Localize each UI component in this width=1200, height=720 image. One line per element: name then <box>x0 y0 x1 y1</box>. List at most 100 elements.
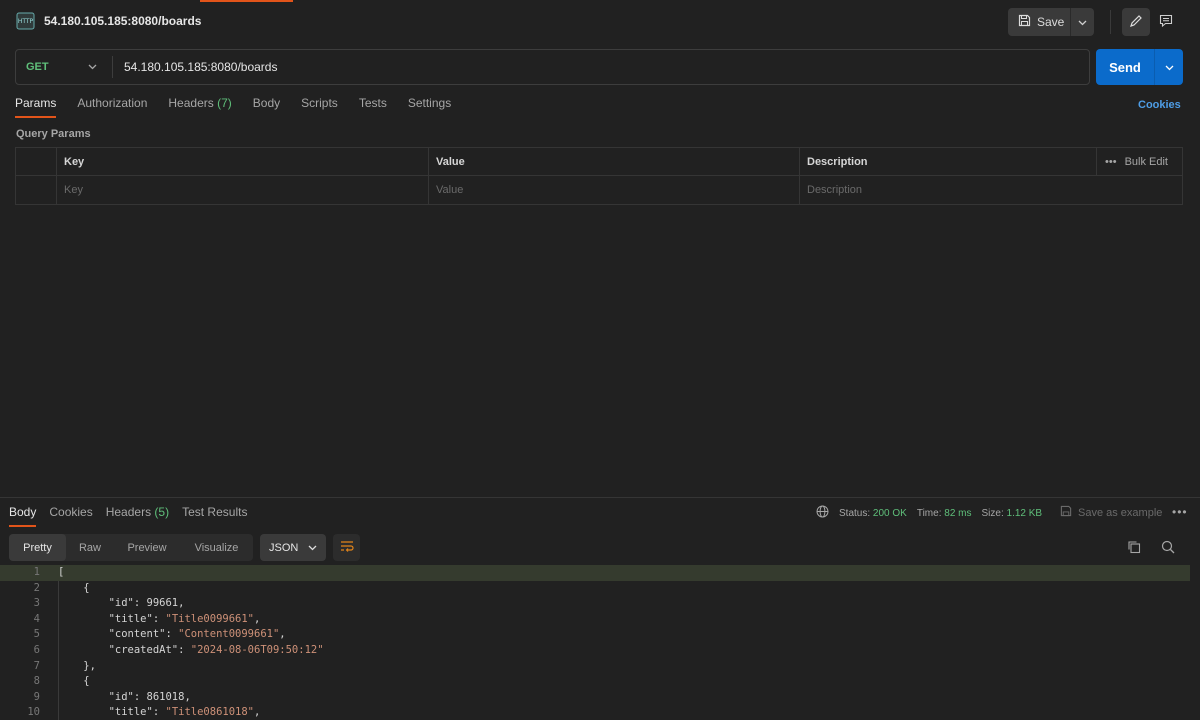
response-meta: Status: 200 OK Time: 82 ms Size: 1.12 KB <box>816 505 1042 521</box>
comments-button[interactable] <box>1152 8 1180 36</box>
send-button[interactable]: Send <box>1096 49 1154 85</box>
save-options-caret[interactable] <box>1070 8 1094 36</box>
tab-tests[interactable]: Tests <box>359 96 387 118</box>
line-number: 1 <box>33 566 40 578</box>
time-value: 82 ms <box>944 507 972 519</box>
http-icon: HTTP <box>16 12 35 30</box>
save-icon <box>1060 505 1072 520</box>
tab-params[interactable]: Params <box>15 96 57 118</box>
line-number: 4 <box>33 612 40 625</box>
copy-button[interactable] <box>1124 538 1144 558</box>
table-row: Key Value Description <box>16 176 1182 204</box>
line-number: 10 <box>27 706 40 719</box>
status-readout[interactable]: Status: 200 OK <box>839 508 907 519</box>
format-label: JSON <box>269 541 299 554</box>
method-select[interactable]: GET <box>16 50 112 84</box>
chevron-down-icon <box>1078 15 1087 29</box>
copy-icon <box>1127 540 1141 557</box>
more-icon: ••• <box>1105 156 1117 168</box>
line-number: 8 <box>33 675 40 688</box>
request-title[interactable]: 54.180.105.185:8080/boards <box>44 14 201 28</box>
save-label: Save <box>1037 15 1065 29</box>
code-line: 1[ <box>0 565 1190 581</box>
wrap-lines-button[interactable] <box>333 534 360 561</box>
save-button-group: Save <box>1008 8 1094 36</box>
bulk-edit-button[interactable]: ••• Bulk Edit <box>1096 148 1182 176</box>
bulk-edit-label: Bulk Edit <box>1124 156 1168 168</box>
line-number: 7 <box>33 659 40 672</box>
tab-test-results[interactable]: Test Results <box>182 505 247 527</box>
comment-icon <box>1159 14 1173 31</box>
code-text: { <box>58 581 90 594</box>
size-value: 1.12 KB <box>1006 507 1043 519</box>
pane-resizer[interactable] <box>0 497 1200 498</box>
description-input[interactable]: Description <box>799 176 1182 204</box>
view-raw[interactable]: Raw <box>66 534 114 561</box>
chevron-down-icon <box>88 61 97 73</box>
send-options-caret[interactable] <box>1154 49 1183 85</box>
line-number: 2 <box>33 581 40 594</box>
search-button[interactable] <box>1158 538 1178 558</box>
code-line: 3 "id": 99661, <box>0 596 1190 612</box>
view-pretty[interactable]: Pretty <box>9 534 66 561</box>
key-column-header: Key <box>56 148 428 176</box>
code-line: 10 "title": "Title0861018", <box>0 705 1190 720</box>
code-line: 9 "id": 861018, <box>0 690 1190 706</box>
tab-settings[interactable]: Settings <box>408 96 451 118</box>
size-readout[interactable]: Size: 1.12 KB <box>982 508 1043 519</box>
tab-headers[interactable]: Headers (7) <box>168 96 231 118</box>
edit-button[interactable] <box>1122 8 1150 36</box>
code-text: "id": 861018, <box>108 690 191 703</box>
code-text: "title": "Title0099661", <box>108 612 261 625</box>
code-line: 4 "title": "Title0099661", <box>0 612 1190 628</box>
globe-icon[interactable] <box>816 505 829 521</box>
tab-response-headers[interactable]: Headers (5) <box>106 505 169 527</box>
row-checkbox-cell <box>16 176 56 204</box>
view-preview[interactable]: Preview <box>114 534 180 561</box>
more-options-icon[interactable]: ••• <box>1172 505 1188 519</box>
code-text: "createdAt": "2024-08-06T09:50:12" <box>108 644 324 656</box>
table-header-row: Key Value Description ••• Bulk Edit <box>16 148 1182 176</box>
search-icon <box>1161 540 1175 557</box>
tab-body[interactable]: Body <box>253 96 280 118</box>
code-text: [ <box>58 566 65 578</box>
tab-response-body[interactable]: Body <box>9 505 37 527</box>
header-divider <box>1110 10 1111 34</box>
line-number: 6 <box>33 644 40 656</box>
status-value: 200 OK <box>872 507 907 519</box>
url-input[interactable] <box>124 50 1084 84</box>
save-icon <box>1018 14 1031 30</box>
save-as-example-button[interactable]: Save as example <box>1060 505 1162 520</box>
url-divider <box>112 56 113 78</box>
send-button-group: Send <box>1096 49 1183 85</box>
code-line: 8 { <box>0 674 1190 690</box>
checkbox-column-header <box>16 148 56 176</box>
response-headers-count: (5) <box>154 505 170 519</box>
time-readout[interactable]: Time: 82 ms <box>917 508 972 519</box>
code-line: 2 { <box>0 581 1190 597</box>
line-number: 5 <box>33 628 40 641</box>
code-text: "id": 99661, <box>108 597 185 610</box>
key-input[interactable]: Key <box>56 176 428 204</box>
code-text: }, <box>58 659 96 672</box>
response-body-editor[interactable]: 1[2 {3 "id": 99661, 4 "title": "Title0099… <box>0 565 1200 720</box>
save-button[interactable]: Save <box>1008 8 1070 36</box>
code-text: "title": "Title0861018", <box>108 706 261 719</box>
url-bar: GET <box>15 49 1090 85</box>
request-header: HTTP 54.180.105.185:8080/boards Save <box>0 0 1200 44</box>
value-column-header: Value <box>428 148 799 176</box>
tab-scripts[interactable]: Scripts <box>301 96 338 118</box>
view-visualize[interactable]: Visualize <box>180 534 253 561</box>
cookies-link[interactable]: Cookies <box>1138 99 1181 111</box>
format-select[interactable]: JSON <box>260 534 326 561</box>
code-text: { <box>58 675 90 688</box>
method-label: GET <box>26 61 49 73</box>
code-line: 6 "createdAt": "2024-08-06T09:50:12" <box>0 643 1190 659</box>
tab-authorization[interactable]: Authorization <box>77 96 147 118</box>
request-tabs: Params Authorization Headers (7) Body Sc… <box>15 96 451 118</box>
tab-response-cookies[interactable]: Cookies <box>49 505 92 527</box>
view-mode-switch: Pretty Raw Preview Visualize <box>9 534 253 561</box>
headers-count: (7) <box>217 96 232 110</box>
code-line: 7 }, <box>0 659 1190 675</box>
value-input[interactable]: Value <box>428 176 799 204</box>
